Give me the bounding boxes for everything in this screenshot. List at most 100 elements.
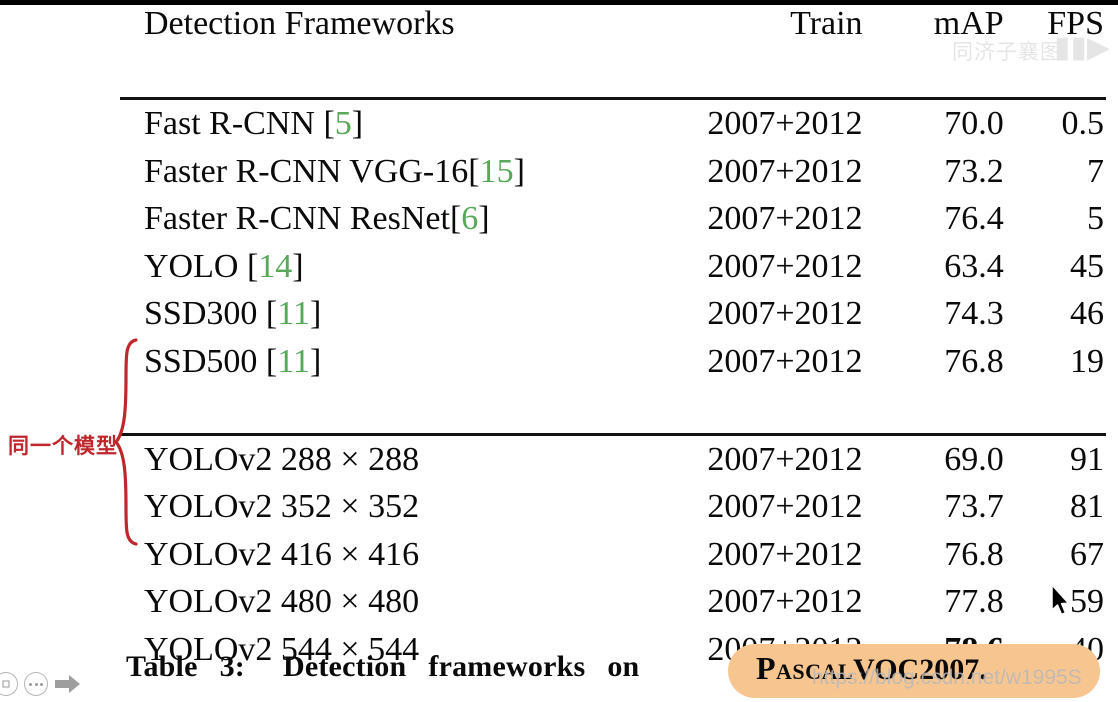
caption-word-detection: Detection [282,650,407,683]
framework-label: YOLO [144,247,239,285]
framework-label: Fast R-CNN [144,105,315,142]
cell-fps: 91 [1004,434,1106,483]
table-row: YOLOv2 352 × 352 2007+2012 73.7 81 [120,483,1106,531]
table-row: YOLOv2 480 × 480 2007+2012 77.8 59 [120,578,1106,626]
next-arrow-icon[interactable] [54,673,82,695]
caption-word-frameworks: frameworks [428,650,586,683]
framework-label: YOLOv2 480 × 480 [144,583,420,620]
framework-label: SSD300 [144,295,258,332]
cell-map-value: 69.0 [944,440,1004,478]
cell-framework-name: Fast R-CNN [5] [144,105,364,142]
table-header-row: Detection Frameworks Train mAP FPS [120,0,1106,50]
caption-number: 3: [219,650,245,683]
cell-fps-value: 81 [1070,488,1104,525]
cell-train: 2007+2012 [640,243,863,291]
framework-label: Faster R-CNN ResNet [144,200,450,237]
detection-frameworks-table: Detection Frameworks Train mAP FPS Fast … [120,0,1106,673]
cell-map: 74.3 [863,290,1004,338]
cell-framework-name: Faster R-CNN VGG-16[15] [144,152,525,190]
cell-framework-name: YOLOv2 480 × 480 [120,578,640,626]
cell-fps-value: 67 [1070,535,1104,573]
cell-train: 2007+2012 [640,290,863,338]
cell-map-value: 77.8 [944,583,1004,620]
cell-map: 69.0 [863,434,1004,483]
table-row: YOLO [14] 2007+2012 63.4 45 [120,243,1106,291]
framework-label: YOLOv2 416 × 416 [144,535,420,573]
cell-fps-value: 0.5 [1061,105,1105,142]
cell-fps-value: 5 [1087,200,1104,237]
cell-fps: 46 [1004,290,1106,338]
cell-train: 2007+2012 [640,195,862,243]
table-caption: Table 3: Detection frameworks on [126,650,639,684]
caption-dataset-name: PascalVOC2007. [756,650,987,687]
cell-fps-value: 46 [1070,295,1104,332]
cell-fps-value: 91 [1070,440,1104,478]
cell-fps-value: 19 [1070,342,1104,380]
cell-map: 70.0 [863,99,1004,148]
cell-map-value: 76.4 [944,200,1004,237]
citation-number: 15 [479,152,514,190]
cell-map-value: 73.7 [944,488,1004,525]
cell-train-value: 2007+2012 [707,105,863,142]
cell-map-value: 70.0 [944,105,1004,142]
table-row: YOLOv2 416 × 416 2007+2012 76.8 67 [120,531,1106,579]
cell-map: 76.4 [863,195,1004,243]
caption-label: Table [126,650,198,683]
cell-train-value: 2007+2012 [707,488,863,525]
handwritten-annotation-text: 同一个模型 [8,434,118,458]
column-header-map: mAP [933,5,1004,42]
citation-number: 11 [277,295,310,332]
cell-fps-value: 45 [1070,247,1104,285]
cell-train-value: 2007+2012 [707,440,863,478]
cell-train-value: 2007+2012 [707,342,863,380]
cell-train: 2007+2012 [640,531,863,579]
table-row: SSD300 [11] 2007+2012 74.3 46 [120,290,1106,338]
cell-fps: 67 [1004,531,1106,579]
cell-fps: 5 [1004,195,1106,243]
cell-train-value: 2007+2012 [707,295,863,332]
cell-train: 2007+2012 [640,148,863,196]
cell-train-value: 2007+2012 [707,535,863,573]
framework-label: YOLOv2 288 × 288 [144,440,420,478]
cell-map: 76.8 [863,338,1004,386]
cell-train: 2007+2012 [640,99,863,148]
table-row: Fast R-CNN [5] 2007+2012 70.0 0.5 [120,99,1106,148]
table-row: Faster R-CNN VGG-16[15] 2007+2012 73.2 7 [120,148,1106,196]
cell-map: 73.2 [863,148,1004,196]
cell-framework-name: SSD500 [11] [144,342,322,380]
table-row: SSD500 [11] 2007+2012 76.8 19 [120,338,1106,386]
bottom-toolbar[interactable] [0,672,82,696]
dataset-word-year: 2007. [919,653,987,686]
column-header-fps: FPS [1047,5,1104,42]
cell-fps: 0.5 [1004,99,1106,148]
circle-icon[interactable] [0,672,18,696]
more-options-icon[interactable] [24,672,48,696]
dataset-word-pascal: Pascal [756,650,854,686]
cell-fps-value: 59 [1070,583,1104,620]
cell-map-value: 76.8 [944,535,1004,573]
table-row: Faster R-CNN ResNet[6] 2007+2012 76.4 5 [120,195,1106,243]
cell-map: 76.8 [863,531,1004,579]
cell-train: 2007+2012 [640,483,863,531]
cell-train: 2007+2012 [640,434,863,483]
column-header-train: Train [790,5,863,42]
framework-label: SSD500 [144,342,258,380]
framework-label: Faster R-CNN VGG-16 [144,152,469,190]
cell-framework-name: SSD300 [11] [144,295,322,332]
cell-train: 2007+2012 [640,578,862,626]
table-row: YOLOv2 288 × 288 2007+2012 69.0 91 [120,434,1106,483]
cell-train-value: 2007+2012 [707,247,863,285]
cell-framework-name: YOLOv2 352 × 352 [120,483,640,531]
caption-word-on: on [607,650,640,683]
cell-train-value: 2007+2012 [707,152,863,190]
cell-map: 63.4 [863,243,1004,291]
cell-train: 2007+2012 [640,338,863,386]
ellipsis-dots [29,682,43,686]
cell-fps: 7 [1004,148,1106,196]
dataset-word-voc: VOC [853,653,920,686]
cell-framework-name: YOLOv2 416 × 416 [120,531,640,579]
page-root: 同济子襄图 ▮▮▶ Detection Frameworks Train mAP… [0,0,1118,702]
cell-map-value: 73.2 [944,152,1004,190]
cell-fps: 45 [1004,243,1106,291]
citation-number: 14 [258,247,293,285]
